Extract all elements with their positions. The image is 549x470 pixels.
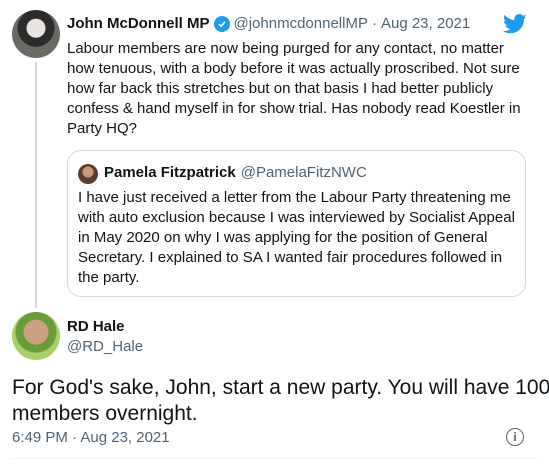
john-mcdonnell-avatar[interactable]	[12, 10, 60, 58]
text-line: the party.	[78, 269, 140, 286]
rd-hale-avatar[interactable]	[12, 312, 60, 360]
quoted-tweet-text: I have just received a letter from the L…	[78, 188, 515, 288]
info-icon[interactable]: i	[506, 428, 524, 446]
text-line: Labour members are now being purged for …	[67, 40, 504, 57]
text-line: with auto exclusion because I was interv…	[78, 209, 515, 226]
divider	[12, 458, 537, 459]
text-line: For God's sake, John, start a new party.…	[12, 376, 549, 399]
main-author-name[interactable]: RD Hale	[67, 318, 125, 335]
parent-tweet-header: John McDonnell MP @johnmcdonnellMP · Aug…	[67, 15, 470, 32]
text-line: Secretary. I explained to SA I wanted fa…	[78, 249, 503, 266]
parent-author-name[interactable]: John McDonnell MP	[67, 15, 210, 32]
text-line: how far back this stretches but on that …	[67, 80, 494, 97]
quoted-tweet-header: Pamela Fitzpatrick @PamelaFitzNWC	[104, 164, 367, 181]
verified-badge-icon	[213, 15, 230, 32]
main-author-handle[interactable]: @RD_Hale	[67, 338, 143, 355]
text-line: members overnight.	[12, 402, 198, 425]
quoted-author-handle: @PamelaFitzNWC	[240, 164, 367, 181]
parent-author-handle[interactable]: @johnmcdonnellMP	[234, 15, 368, 32]
quoted-author-name: Pamela Fitzpatrick	[104, 164, 236, 181]
meta-separator: ·	[371, 15, 377, 32]
text-line: I have just received a letter from the L…	[78, 189, 511, 206]
thread-connector-line	[35, 62, 37, 308]
text-line: confess & hand myself in for show trial.…	[67, 100, 521, 117]
main-tweet-text: For God's sake, John, start a new party.…	[12, 375, 549, 427]
twitter-bird-icon[interactable]	[502, 14, 527, 34]
main-tweet-timestamp[interactable]: 6:49 PM · Aug 23, 2021	[12, 429, 170, 446]
text-line: how tenuous, with a body before it was a…	[67, 60, 520, 77]
text-line: in May 2020 on why I was applying for th…	[78, 229, 488, 246]
parent-tweet-date[interactable]: Aug 23, 2021	[381, 15, 470, 32]
text-line: Party HQ?	[67, 120, 138, 137]
pamela-fitzpatrick-avatar	[78, 164, 98, 184]
parent-tweet-text: Labour members are now being purged for …	[67, 39, 521, 139]
